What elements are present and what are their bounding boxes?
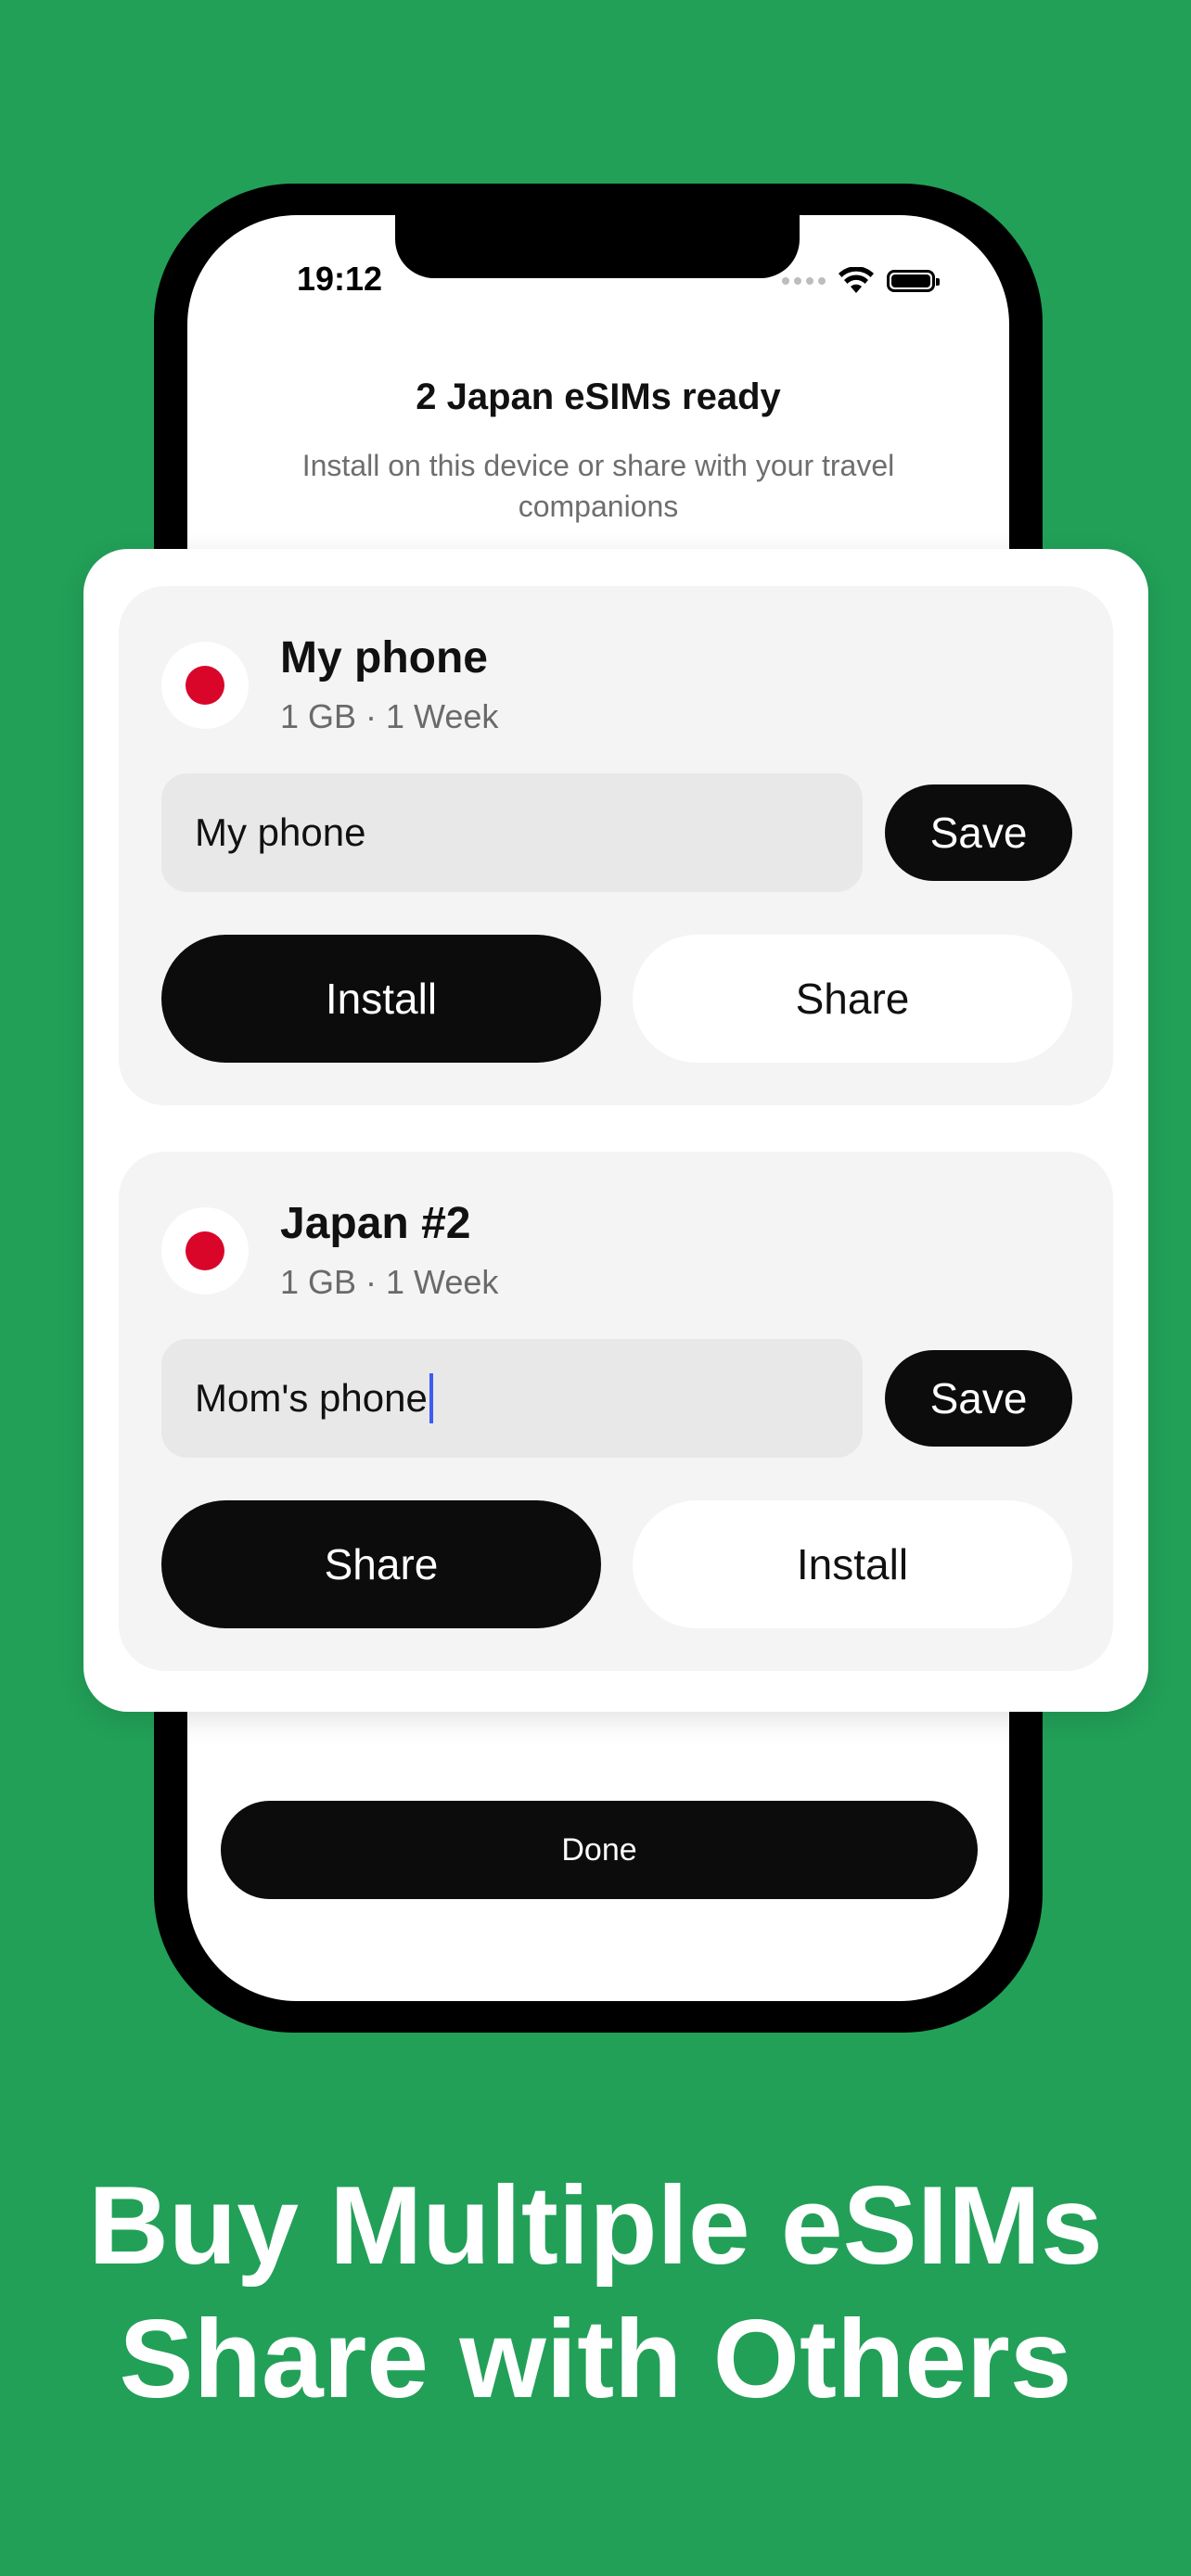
done-button[interactable]: Done — [221, 1801, 978, 1899]
status-time: 19:12 — [297, 260, 383, 298]
esim-label-input-value: Mom's phone — [195, 1376, 428, 1420]
esim-label-input[interactable]: Mom's phone — [161, 1339, 863, 1458]
japan-flag-icon — [161, 642, 249, 729]
esim-name: My phone — [280, 633, 488, 682]
esim-card: My phone 1 GB · 1 Week My phone Save Ins… — [119, 586, 1113, 1105]
promo-headline: Buy Multiple eSIMs Share with Others — [0, 2159, 1191, 2426]
esim-card: Japan #2 1 GB · 1 Week Mom's phone Save … — [119, 1152, 1113, 1671]
battery-icon — [887, 270, 940, 292]
esim-plan: 1 GB · 1 Week — [280, 697, 499, 735]
cellular-signal-icon — [782, 277, 826, 285]
esim-list-card: My phone 1 GB · 1 Week My phone Save Ins… — [83, 549, 1148, 1712]
page-title: 2 Japan eSIMs ready — [416, 376, 781, 417]
save-button[interactable]: Save — [885, 1350, 1072, 1447]
esim-plan: 1 GB · 1 Week — [280, 1263, 499, 1301]
wifi-icon — [839, 267, 874, 293]
phone-notch — [395, 215, 800, 278]
japan-flag-icon — [161, 1207, 249, 1294]
headline-line-2: Share with Others — [119, 2297, 1072, 2421]
share-button[interactable]: Share — [633, 935, 1072, 1063]
esim-label-input[interactable]: My phone — [161, 773, 863, 892]
esim-name: Japan #2 — [280, 1199, 471, 1248]
save-button[interactable]: Save — [885, 784, 1072, 881]
page-subtitle: Install on this device or share with you… — [301, 449, 895, 523]
status-icons — [782, 267, 940, 295]
text-caret — [429, 1373, 433, 1423]
headline-line-1: Buy Multiple eSIMs — [88, 2163, 1103, 2288]
esim-label-input-value: My phone — [195, 810, 366, 854]
share-button[interactable]: Share — [161, 1500, 601, 1628]
install-button[interactable]: Install — [633, 1500, 1072, 1628]
install-button[interactable]: Install — [161, 935, 601, 1063]
